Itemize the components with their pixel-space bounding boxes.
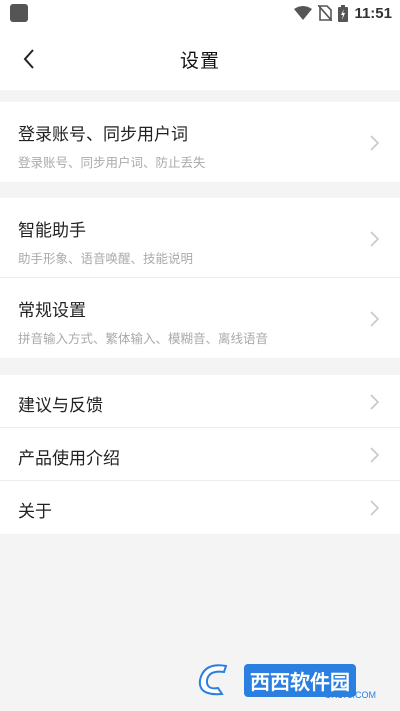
chevron-right-icon	[370, 311, 380, 327]
settings-item-assistant[interactable]: 智能助手 助手形象、语音唤醒、技能说明	[0, 198, 400, 278]
settings-group-misc: 建议与反馈 产品使用介绍 关于	[0, 375, 400, 534]
settings-group-account: 登录账号、同步用户词 登录账号、同步用户词、防止丢失	[0, 102, 400, 182]
status-time: 11:51	[354, 4, 392, 22]
item-description: 登录账号、同步用户词、防止丢失	[18, 155, 206, 170]
item-label: 产品使用介绍	[18, 449, 120, 469]
item-description: 拼音输入方式、繁体输入、模糊音、离线语音	[18, 331, 269, 346]
logo-swoosh-icon	[198, 664, 228, 696]
chevron-right-icon	[370, 135, 380, 151]
wifi-icon	[294, 6, 313, 20]
item-label: 建议与反馈	[18, 396, 103, 416]
settings-item-feedback[interactable]: 建议与反馈	[0, 375, 400, 428]
chevron-right-icon	[370, 500, 380, 516]
settings-item-about[interactable]: 关于	[0, 481, 400, 534]
no-sim-icon	[318, 5, 333, 21]
settings-group-general: 智能助手 助手形象、语音唤醒、技能说明 常规设置 拼音输入方式、繁体输入、模糊音…	[0, 198, 400, 358]
item-label: 登录账号、同步用户词	[18, 125, 188, 145]
watermark-domain: CR173.COM	[324, 690, 376, 700]
status-bar: 11:51	[0, 0, 400, 26]
item-label: 关于	[18, 502, 52, 522]
watermark-logo: 西西软件园 CR173.COM	[196, 658, 382, 702]
nav-bar: 设置	[0, 26, 400, 90]
chevron-right-icon	[370, 394, 380, 410]
item-label: 智能助手	[18, 221, 86, 241]
page-title: 设置	[179, 50, 220, 72]
chevron-right-icon	[370, 231, 380, 247]
settings-item-general[interactable]: 常规设置 拼音输入方式、繁体输入、模糊音、离线语音	[0, 278, 400, 358]
notification-icon	[10, 4, 28, 22]
battery-charging-icon	[338, 4, 349, 22]
chevron-right-icon	[370, 447, 380, 463]
item-label: 常规设置	[18, 301, 86, 321]
item-description: 助手形象、语音唤醒、技能说明	[18, 251, 194, 266]
settings-item-product-intro[interactable]: 产品使用介绍	[0, 428, 400, 481]
settings-item-account-sync[interactable]: 登录账号、同步用户词 登录账号、同步用户词、防止丢失	[0, 102, 400, 182]
